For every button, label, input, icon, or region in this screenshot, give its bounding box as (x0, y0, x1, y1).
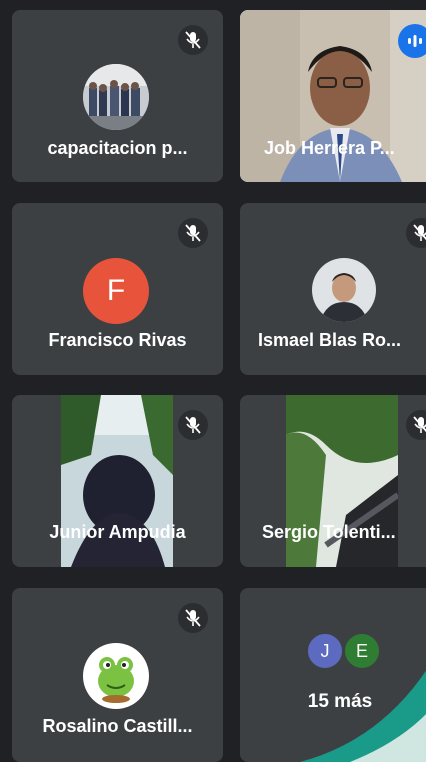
participant-name: Ismael Blas Ro... (258, 330, 402, 350)
mic-off-icon (178, 410, 208, 440)
mic-off-icon (178, 603, 208, 633)
participant-name: Francisco Rivas (48, 330, 187, 350)
mic-off-icon (406, 218, 426, 248)
avatar-letter: J (306, 632, 344, 670)
audio-wave-icon (398, 24, 426, 58)
participant-tile-junior-ampudia[interactable]: Junior Ampudia (12, 395, 223, 567)
decorative-corner (300, 670, 426, 762)
avatar-group-photo (83, 64, 149, 130)
more-participants-tile[interactable]: J E 15 más (240, 588, 426, 762)
avatar-letter: F (83, 258, 149, 324)
participant-tile-ismael-blas[interactable]: Ismael Blas Ro... (240, 203, 426, 375)
avatar-frog-cartoon (83, 643, 149, 709)
mic-off-icon (178, 25, 208, 55)
participant-tile-francisco-rivas[interactable]: F Francisco Rivas (12, 203, 223, 375)
participant-name: Junior Ampudia (49, 522, 186, 542)
participant-name: Job Herrera P... (264, 138, 395, 158)
participant-name: Rosalino Castill... (42, 716, 193, 736)
participant-name: Sergio Tolenti... (262, 522, 396, 542)
participant-tile-capacitacion[interactable]: capacitacion p... (12, 10, 223, 182)
participant-tile-sergio-tolenti[interactable]: Sergio Tolenti... (240, 395, 426, 567)
avatar-letter: E (343, 632, 381, 670)
participant-tile-rosalino[interactable]: Rosalino Castill... (12, 588, 223, 762)
mic-off-icon (178, 218, 208, 248)
participant-name: capacitacion p... (47, 138, 188, 158)
mic-off-icon (406, 410, 426, 440)
avatar-person-photo (312, 258, 376, 322)
participant-tile-job-herrera[interactable]: Job Herrera P... (240, 10, 426, 182)
more-participants-label: 15 más (307, 691, 373, 712)
